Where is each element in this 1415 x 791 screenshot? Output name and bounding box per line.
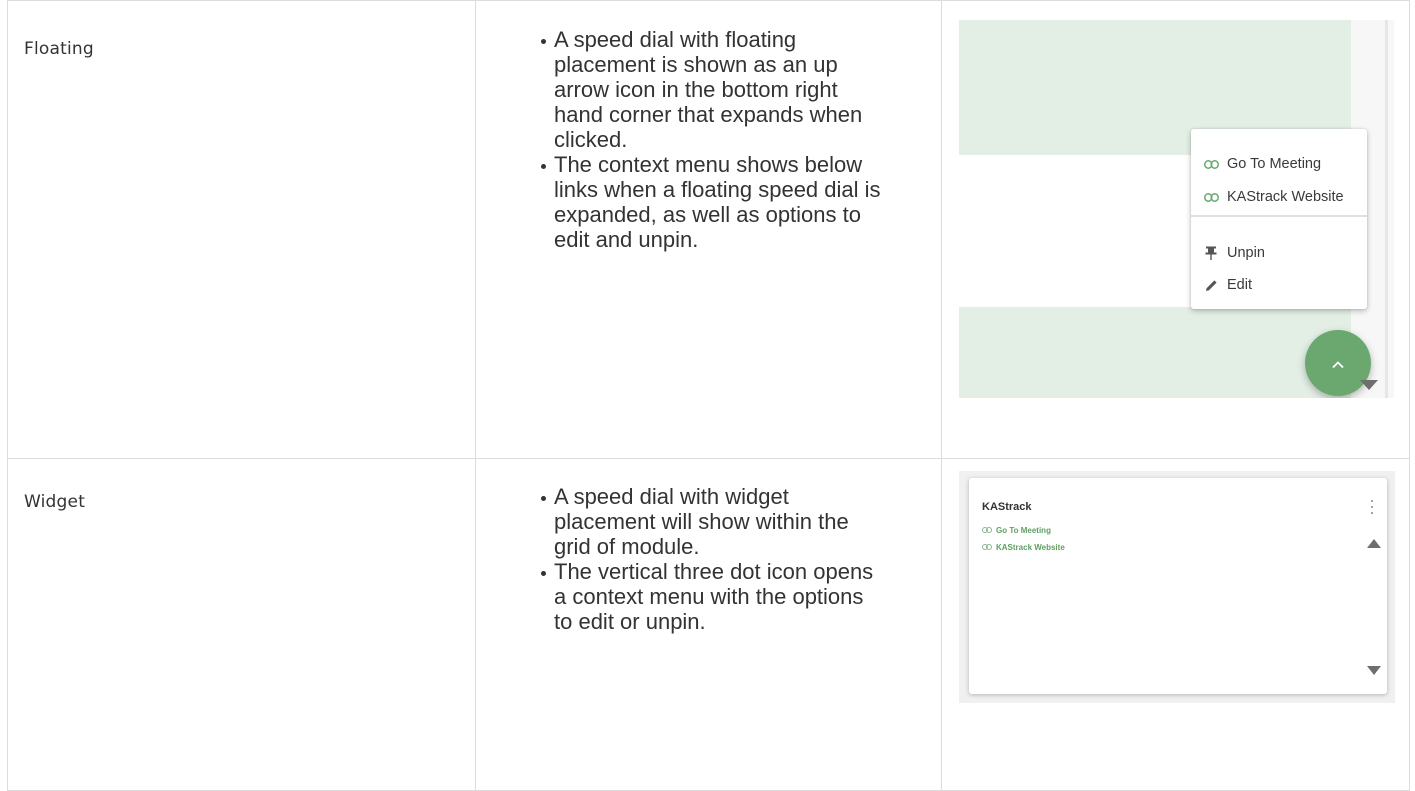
placement-name: Floating — [24, 39, 94, 59]
placement-name: Widget — [24, 492, 86, 512]
widget-link-label: KAStrack Website — [996, 542, 1065, 552]
menu-item-kastrack-website[interactable]: KAStrack Website — [1203, 187, 1344, 207]
widget-speed-dial-screenshot: KAStrack Go To Meeting KAStrack Website — [959, 471, 1395, 703]
description-cell: A speed dial with floating placement is … — [475, 0, 942, 459]
triangle-down-icon[interactable] — [1367, 666, 1381, 675]
preview-cell: KAStrack Go To Meeting KAStrack Website — [941, 458, 1410, 791]
widget-link-label: Go To Meeting — [996, 525, 1051, 535]
pin-icon — [1203, 245, 1219, 261]
link-icon — [1203, 156, 1219, 172]
menu-item-label: Unpin — [1227, 245, 1265, 261]
kebab-menu-icon[interactable] — [1370, 500, 1374, 514]
placement-table: Floating A speed dial with floating plac… — [7, 0, 1410, 791]
widget-title: KAStrack — [982, 501, 1032, 513]
description-cell: A speed dial with widget placement will … — [475, 458, 942, 791]
menu-item-go-to-meeting[interactable]: Go To Meeting — [1203, 154, 1321, 174]
menu-item-label: Go To Meeting — [1227, 156, 1322, 172]
widget-link-go-to-meeting[interactable]: Go To Meeting — [982, 524, 1051, 536]
menu-item-label: KAStrack Website — [1227, 189, 1344, 205]
pencil-icon — [1203, 277, 1219, 293]
description-item: The vertical three dot icon opens a cont… — [541, 559, 881, 634]
preview-cell: Go To Meeting KAStrack Website Unpin Edi… — [941, 0, 1410, 459]
placement-cell: Floating — [7, 0, 476, 459]
description-item: A speed dial with widget placement will … — [541, 484, 881, 559]
background-band — [959, 307, 1351, 398]
menu-divider — [1191, 215, 1367, 217]
triangle-up-icon[interactable] — [1367, 539, 1381, 548]
widget-link-kastrack-website[interactable]: KAStrack Website — [982, 541, 1065, 553]
description-item: The context menu shows below links when … — [541, 152, 881, 252]
scrollbar-edge — [1385, 20, 1388, 398]
link-icon — [982, 543, 992, 552]
speed-dial-widget: KAStrack Go To Meeting KAStrack Website — [969, 478, 1387, 694]
description-list: A speed dial with floating placement is … — [476, 27, 881, 252]
description-item: A speed dial with floating placement is … — [541, 27, 881, 152]
triangle-down-icon[interactable] — [1360, 380, 1378, 390]
description-list: A speed dial with widget placement will … — [476, 484, 881, 634]
table-row-floating: Floating A speed dial with floating plac… — [7, 0, 1410, 459]
link-icon — [982, 526, 992, 535]
link-icon — [1203, 189, 1219, 205]
table-row-widget: Widget A speed dial with widget placemen… — [7, 458, 1410, 791]
menu-item-unpin[interactable]: Unpin — [1203, 243, 1265, 263]
menu-item-edit[interactable]: Edit — [1203, 275, 1252, 295]
chevron-up-icon — [1331, 354, 1345, 373]
floating-speed-dial-screenshot: Go To Meeting KAStrack Website Unpin Edi… — [959, 20, 1394, 398]
menu-item-label: Edit — [1227, 277, 1252, 293]
placement-cell: Widget — [7, 458, 476, 791]
speed-dial-context-menu: Go To Meeting KAStrack Website Unpin Edi… — [1191, 129, 1367, 309]
